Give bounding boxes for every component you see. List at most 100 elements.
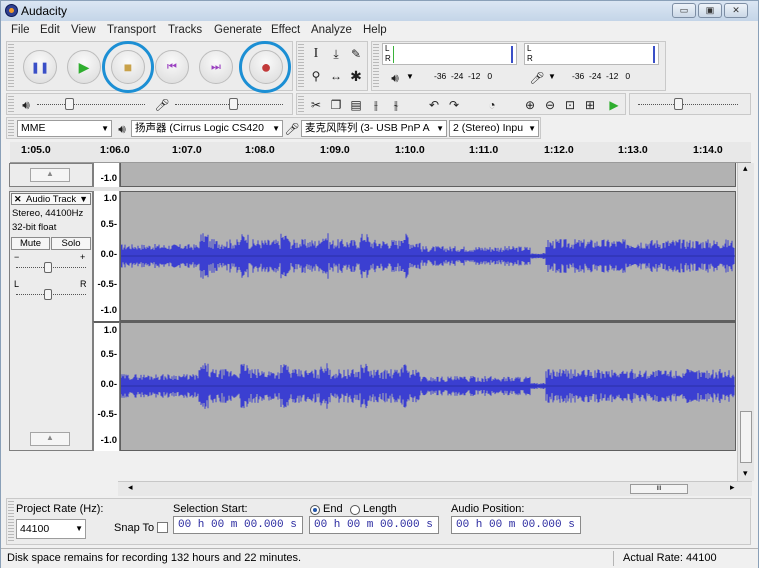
skip-to-start-button[interactable]: ⏮ bbox=[155, 50, 189, 84]
playback-volume-slider[interactable] bbox=[65, 98, 74, 110]
zoom-tool-icon[interactable]: ⚲ bbox=[307, 67, 325, 85]
ruler-label: 1:09.0 bbox=[320, 144, 350, 156]
menu-file[interactable]: File bbox=[11, 24, 30, 36]
audio-host-select[interactable]: MME ▼ bbox=[17, 120, 112, 137]
snap-to-label: Snap To bbox=[114, 522, 155, 534]
right-channel-scale: 1.0 0.5- 0.0- -0.5- -1.0 bbox=[93, 321, 120, 451]
copy-icon[interactable]: ❐ bbox=[327, 96, 345, 114]
microphone-icon[interactable]: 🎤︎ bbox=[528, 69, 546, 87]
menu-edit[interactable]: Edit bbox=[40, 24, 60, 36]
gain-slider[interactable] bbox=[44, 262, 52, 273]
toolbar-grip[interactable] bbox=[373, 44, 379, 88]
scale-label: -0.5- bbox=[97, 409, 117, 420]
ruler-label: 1:08.0 bbox=[245, 144, 275, 156]
selection-tool-icon[interactable]: I bbox=[307, 45, 325, 63]
cut-icon[interactable]: ✂︎ bbox=[307, 96, 325, 114]
horizontal-scroll-thumb[interactable]: III bbox=[630, 484, 688, 494]
playback-meter[interactable]: L R bbox=[382, 43, 517, 65]
toolbar-grip[interactable] bbox=[8, 120, 14, 136]
solo-button[interactable]: Solo bbox=[51, 237, 91, 250]
trim-icon[interactable]: ⫲ bbox=[367, 96, 385, 114]
paste-icon[interactable]: ▤ bbox=[347, 96, 365, 114]
vertical-scroll-thumb[interactable] bbox=[740, 411, 752, 463]
toolbar-grip[interactable] bbox=[298, 44, 304, 88]
audio-position-field[interactable]: 00 h 00 m 00.000 s bbox=[451, 516, 581, 534]
toolbar-grip[interactable] bbox=[8, 501, 14, 542]
ruler-label: 1:06.0 bbox=[100, 144, 130, 156]
input-device-select[interactable]: 麦克风阵列 (3- USB PnP A ▼ bbox=[301, 120, 447, 137]
track-menu-icon[interactable]: ▼ bbox=[79, 194, 88, 204]
meter-l-label: L bbox=[527, 44, 532, 53]
collapse-track-button[interactable]: ▲ bbox=[30, 432, 70, 446]
previous-track-controls: ▲ bbox=[9, 163, 93, 187]
fit-selection-icon[interactable]: ⊡ bbox=[561, 96, 579, 114]
chevron-down-icon: ▼ bbox=[436, 124, 444, 133]
right-channel-waveform[interactable] bbox=[120, 321, 736, 451]
fit-project-icon[interactable]: ⊞ bbox=[581, 96, 599, 114]
ruler-label: 1:07.0 bbox=[172, 144, 202, 156]
timeline-ruler[interactable]: 1:05.0 1:06.0 1:07.0 1:08.0 1:09.0 1:10.… bbox=[10, 142, 751, 163]
undo-icon[interactable]: ↶ bbox=[425, 96, 443, 114]
track-name-bar[interactable]: ✕ Audio Track ▼ bbox=[11, 193, 91, 205]
toolbar-grip[interactable] bbox=[8, 96, 14, 112]
menu-analyze[interactable]: Analyze bbox=[311, 24, 352, 36]
menu-transport[interactable]: Transport bbox=[107, 24, 156, 36]
toolbar-grip[interactable] bbox=[298, 96, 304, 112]
selection-end-field[interactable]: 00 h 00 m 00.000 s bbox=[309, 516, 439, 534]
input-channels-value: 2 (Stereo) Inpu bbox=[453, 122, 524, 134]
play-speed-slider[interactable] bbox=[674, 98, 683, 110]
skip-to-end-button[interactable]: ⏭ bbox=[199, 50, 233, 84]
scroll-right-icon[interactable]: ▸ bbox=[730, 482, 735, 493]
input-channels-select[interactable]: 2 (Stereo) Inpu ▼ bbox=[449, 120, 539, 137]
scale-label: 0.0- bbox=[100, 249, 117, 260]
vertical-scrollbar[interactable]: ▴ ▾ bbox=[737, 163, 754, 481]
menu-help[interactable]: Help bbox=[363, 24, 387, 36]
scale-label: 1.0 bbox=[103, 193, 117, 204]
menu-generate[interactable]: Generate bbox=[214, 24, 262, 36]
meter-dropdown-icon[interactable]: ▼ bbox=[548, 72, 556, 81]
sync-lock-icon[interactable]: ◔ bbox=[483, 96, 501, 114]
envelope-tool-icon[interactable]: ⤓ bbox=[327, 45, 345, 63]
menu-effect[interactable]: Effect bbox=[271, 24, 300, 36]
zoom-out-icon[interactable]: ⊖ bbox=[541, 96, 559, 114]
left-channel-waveform[interactable] bbox=[120, 191, 736, 321]
close-track-icon[interactable]: ✕ bbox=[14, 194, 22, 205]
chevron-down-icon: ▼ bbox=[101, 124, 109, 133]
length-radio[interactable] bbox=[350, 505, 360, 515]
pause-button[interactable]: ❚❚ bbox=[23, 50, 57, 84]
draw-tool-icon[interactable]: ✎ bbox=[347, 45, 365, 63]
end-radio[interactable] bbox=[310, 505, 320, 515]
project-rate-select[interactable]: 44100 ▼ bbox=[16, 519, 86, 539]
speaker-icon[interactable]: 🔊︎ bbox=[386, 69, 404, 87]
play-button[interactable]: ▶ bbox=[67, 50, 101, 84]
toolbar-grip[interactable] bbox=[8, 44, 14, 88]
zoom-in-icon[interactable]: ⊕ bbox=[521, 96, 539, 114]
close-button[interactable]: ✕ bbox=[724, 3, 748, 18]
collapse-track-button[interactable]: ▲ bbox=[30, 168, 70, 182]
pan-slider[interactable] bbox=[44, 289, 52, 300]
audio-position-value: 00 h 00 m 00.000 s bbox=[456, 519, 575, 531]
meter-dropdown-icon[interactable]: ▼ bbox=[406, 72, 414, 81]
scroll-left-icon[interactable]: ◂ bbox=[128, 482, 133, 493]
mute-button[interactable]: Mute bbox=[11, 237, 50, 250]
previous-track-waveform[interactable] bbox=[120, 163, 736, 187]
output-device-select[interactable]: 扬声器 (Cirrus Logic CS420 ▼ bbox=[131, 120, 283, 137]
disk-space-status: Disk space remains for recording 132 hou… bbox=[7, 552, 302, 564]
menu-view[interactable]: View bbox=[71, 24, 96, 36]
scroll-down-icon[interactable]: ▾ bbox=[743, 468, 748, 479]
recording-meter[interactable]: L R bbox=[524, 43, 659, 65]
maximize-button[interactable]: ▣ bbox=[698, 3, 722, 18]
minimize-button[interactable]: ▭ bbox=[672, 3, 696, 18]
time-shift-tool-icon[interactable]: ↔ bbox=[327, 67, 345, 85]
ruler-label: 1:12.0 bbox=[544, 144, 574, 156]
menu-tracks[interactable]: Tracks bbox=[168, 24, 202, 36]
snap-to-checkbox[interactable] bbox=[157, 522, 168, 533]
scroll-up-icon[interactable]: ▴ bbox=[743, 163, 748, 174]
recording-volume-slider[interactable] bbox=[229, 98, 238, 110]
play-at-speed-icon[interactable]: ▶ bbox=[605, 96, 623, 114]
silence-icon[interactable]: ⫳ bbox=[387, 96, 405, 114]
multi-tool-icon[interactable]: ✱ bbox=[347, 67, 365, 85]
selection-start-field[interactable]: 00 h 00 m 00.000 s bbox=[173, 516, 303, 534]
redo-icon[interactable]: ↷ bbox=[445, 96, 463, 114]
horizontal-scrollbar[interactable]: ◂ III ▸ bbox=[118, 481, 752, 496]
